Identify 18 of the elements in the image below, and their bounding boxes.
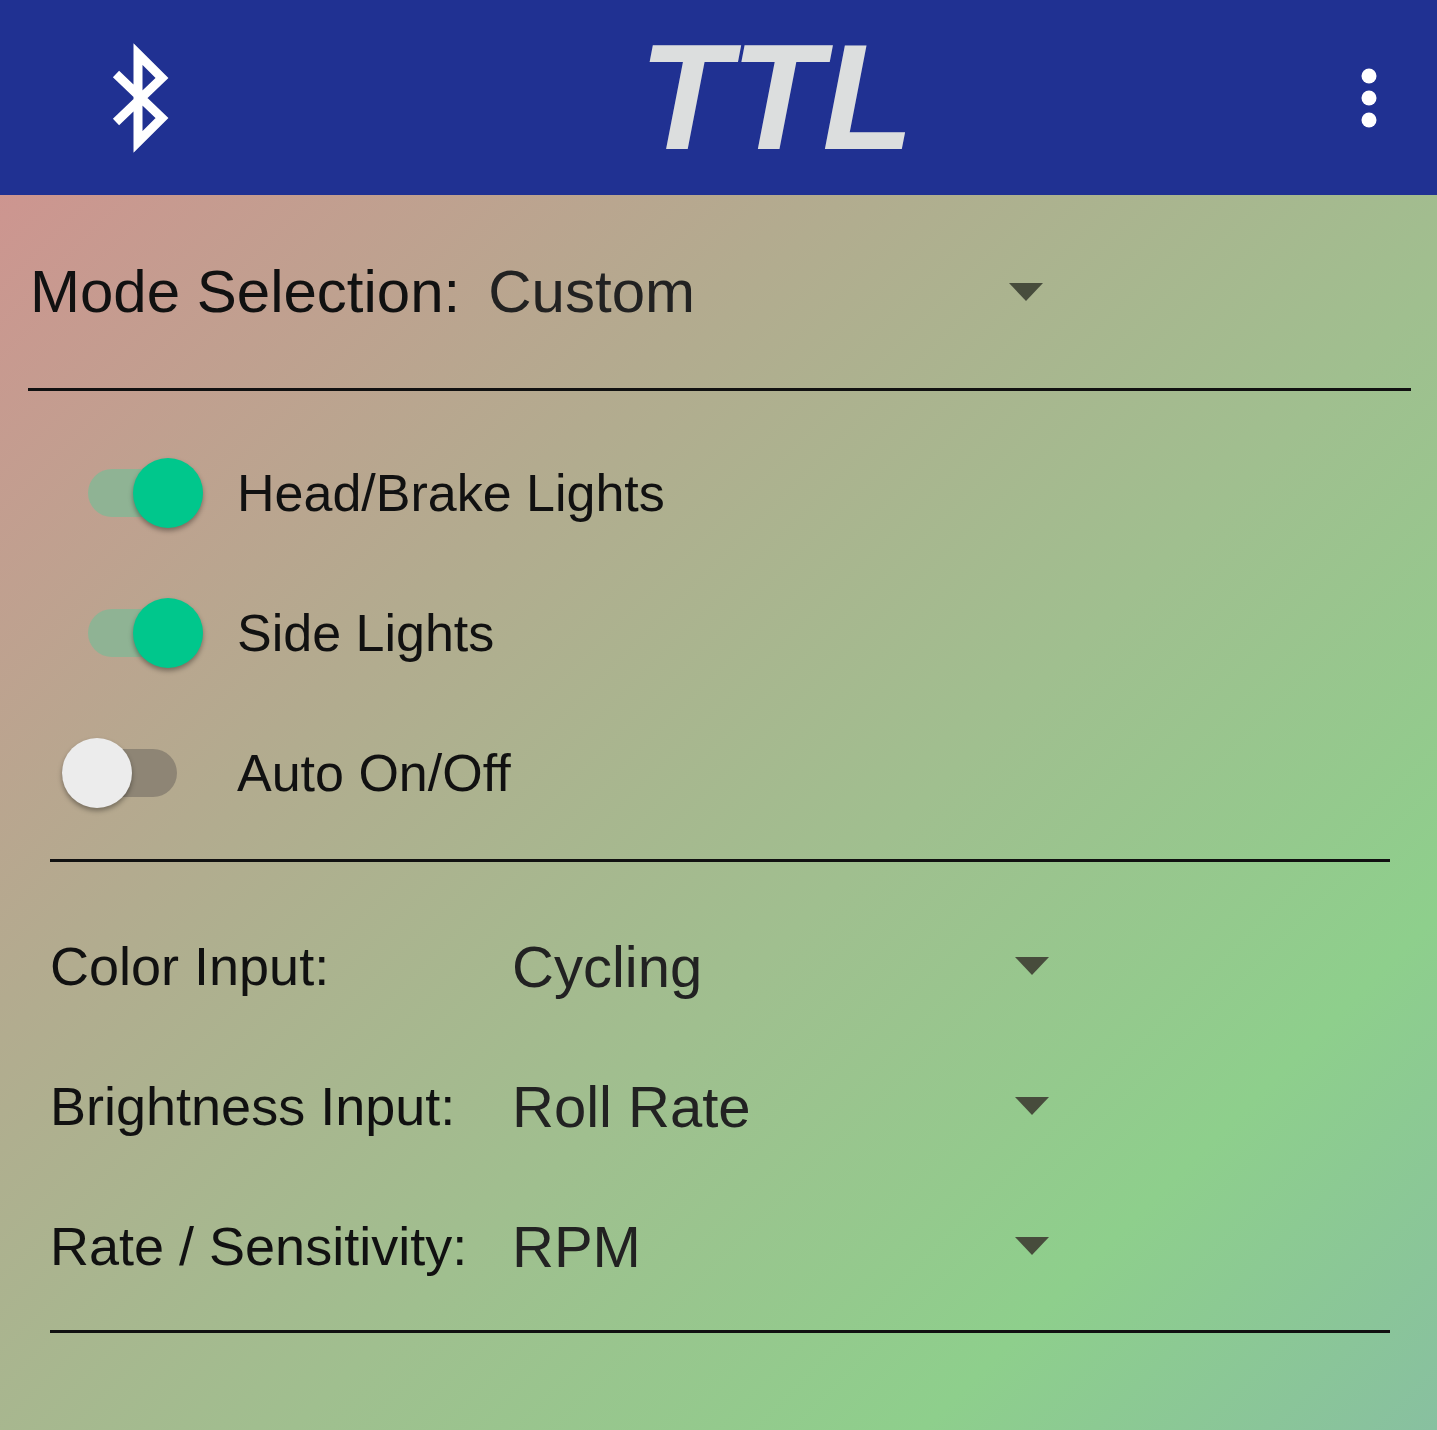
mode-dropdown[interactable]: Custom xyxy=(488,257,1044,326)
toggle-label: Side Lights xyxy=(237,603,495,663)
caret-icon xyxy=(1015,1097,1049,1115)
overflow-menu-icon xyxy=(1361,67,1377,128)
caret-icon xyxy=(1015,957,1049,975)
input-label: Brightness Input: xyxy=(50,1075,457,1137)
mode-selection-label: Mode Selection: xyxy=(30,257,461,326)
input-dropdown[interactable]: RPM xyxy=(512,1212,1049,1280)
input-label: Color Input: xyxy=(50,935,331,997)
toggle-label: Auto On/Off xyxy=(237,743,511,803)
input-dropdown[interactable]: Cycling xyxy=(512,932,1049,1000)
caret-icon xyxy=(1015,1237,1049,1255)
caret-icon xyxy=(1009,282,1044,301)
input-label: Rate / Sensitivity: xyxy=(50,1215,469,1277)
input-dropdown[interactable]: Roll Rate xyxy=(512,1072,1049,1140)
app-logo: TTL xyxy=(638,15,915,180)
toggle-label: Head/Brake Lights xyxy=(237,463,665,523)
menu-button[interactable] xyxy=(1361,67,1377,128)
